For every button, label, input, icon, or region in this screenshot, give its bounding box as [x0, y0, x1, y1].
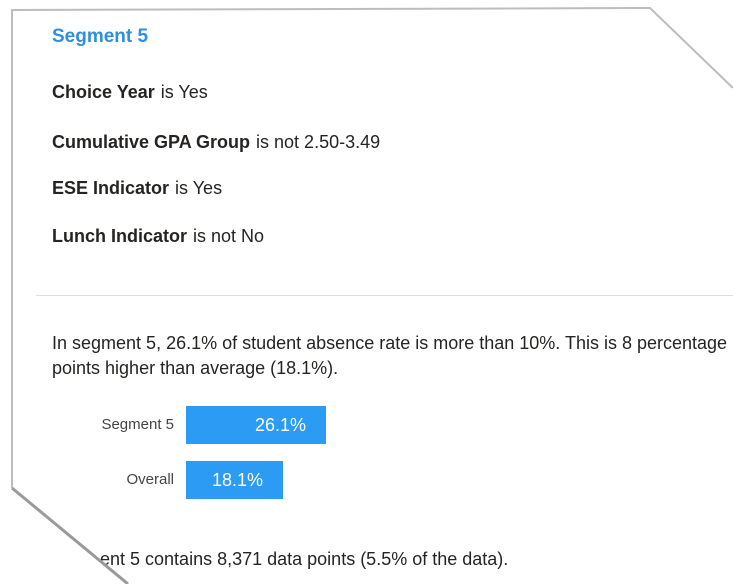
segment-title: Segment 5 [52, 26, 149, 47]
condition-field: Cumulative GPA Group [52, 132, 251, 152]
data-points-footer: ent 5 contains 8,371 data points (5.5% o… [100, 549, 509, 569]
condition-ese-indicator: ESE Indicator is Yes [52, 178, 222, 199]
segment-detail-card: Segment 5 Choice Year is Yes Cumulative G… [12, 8, 733, 584]
segment-summary-text: In segment 5, 26.1% of student absence r… [52, 333, 728, 378]
section-divider [36, 295, 733, 296]
screenshot-stage: Segment 5 Choice Year is Yes Cumulative G… [0, 0, 733, 584]
condition-field: Lunch Indicator [52, 226, 187, 246]
condition-operator: is Yes [175, 178, 223, 198]
condition-field: Choice Year [52, 82, 155, 102]
condition-operator: is Yes [160, 82, 208, 102]
bar-value-segment: 26.1% [254, 414, 306, 435]
condition-lunch-indicator: Lunch Indicator is not No [52, 226, 264, 247]
condition-choice-year: Choice Year is Yes [52, 82, 208, 103]
condition-operator: is not No [193, 226, 265, 246]
bar-label-overall: Overall [126, 471, 174, 488]
bar-segment: 26.1% [186, 406, 326, 444]
condition-field: ESE Indicator [52, 178, 170, 198]
bar-label-segment: Segment 5 [101, 416, 174, 433]
condition-cumulative-gpa-group: Cumulative GPA Group is not 2.50-3.49 [52, 132, 380, 153]
bar-overall: 18.1% [186, 461, 283, 499]
bar-value-overall: 18.1% [211, 469, 263, 490]
condition-operator: is not 2.50-3.49 [256, 132, 381, 152]
